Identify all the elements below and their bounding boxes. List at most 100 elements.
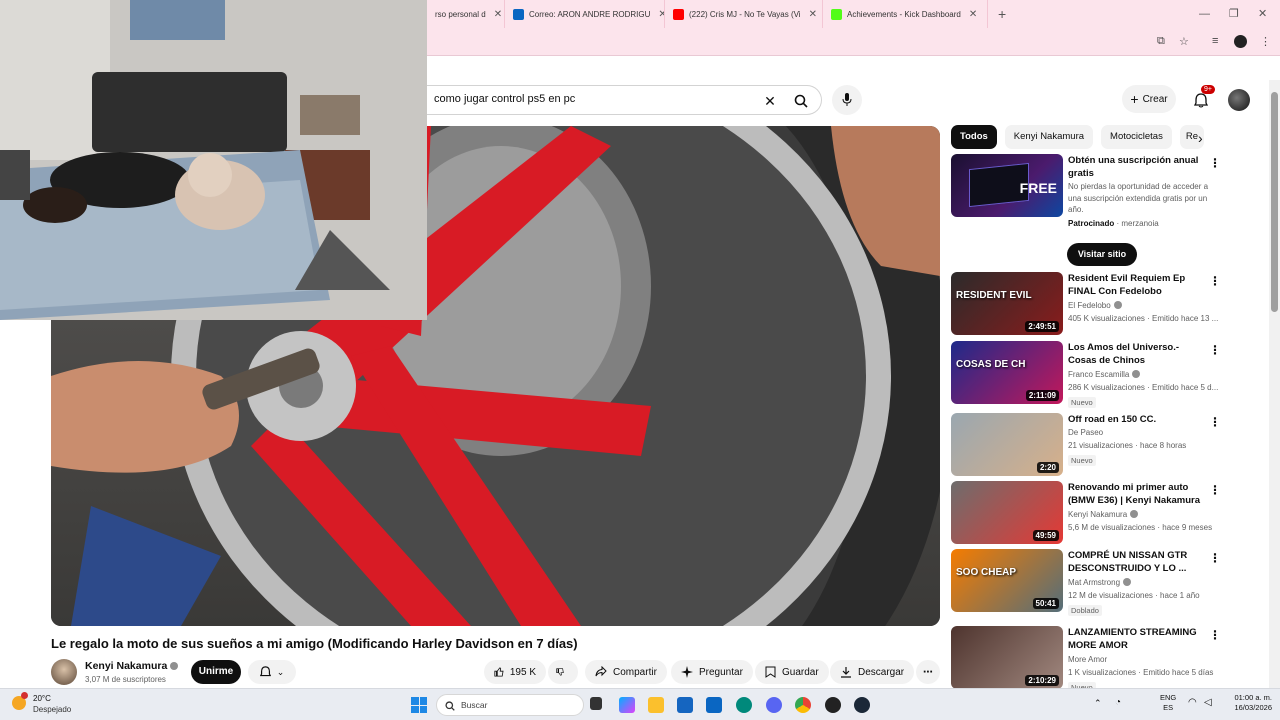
more-options-icon[interactable]: ⋮ (1209, 628, 1221, 642)
task-view-icon[interactable] (590, 697, 602, 710)
video-title[interactable]: LANZAMIENTO STREAMING MORE AMOR (1068, 626, 1208, 652)
install-app-icon[interactable]: ⧉ (1157, 35, 1165, 48)
channel-name[interactable]: Kenyi Nakamura (1068, 510, 1139, 519)
channel-name[interactable]: Kenyi Nakamura (85, 660, 179, 672)
video-thumbnail[interactable]: 49:59 (951, 481, 1063, 544)
kebab-menu-icon[interactable]: ⋮ (1260, 35, 1271, 48)
volume-icon[interactable]: ◁ (1204, 697, 1212, 708)
webcam-image (0, 0, 427, 320)
browser-toolbar: ⧉ ☆ ≡ ⋮ (427, 28, 1280, 56)
recommended-video[interactable]: SOO CHEAP 50:41 COMPRÉ UN NISSAN GTR DESCO… (951, 549, 1221, 616)
network-icon[interactable]: ◔ (1115, 697, 1121, 708)
chip-motorcycles[interactable]: Motocicletas (1101, 125, 1172, 149)
recording-app-icon[interactable] (825, 697, 841, 713)
recommended-video[interactable]: COSAS DE CH 2:11:09 Los Amos del Universo.… (951, 341, 1221, 408)
recommended-video[interactable]: 49:59 Renovando mi primer auto (BMW E36) … (951, 481, 1221, 544)
outlook-icon[interactable] (706, 697, 722, 713)
chevron-right-icon[interactable]: › (1198, 130, 1203, 146)
chip-channel[interactable]: Kenyi Nakamura (1004, 125, 1094, 149)
recommended-video[interactable]: 2:20 Off road en 150 CC. De Paseo 21 visual… (951, 413, 1221, 476)
channel-name[interactable]: De Paseo (1068, 428, 1103, 437)
ask-button[interactable]: Preguntar (671, 660, 753, 684)
video-title[interactable]: COMPRÉ UN NISSAN GTR DESCONSTRUIDO Y LO … (1068, 549, 1208, 575)
bookmark-star-icon[interactable]: ☆ (1179, 35, 1189, 48)
chevron-up-icon[interactable]: ⌃ (1094, 698, 1102, 709)
copilot-icon[interactable] (619, 697, 635, 713)
video-thumbnail[interactable]: RESIDENT EVIL 2:49:51 (951, 272, 1063, 335)
channel-name[interactable]: El Fedelobo (1068, 301, 1122, 310)
browser-tab[interactable]: rso personal d ✕ (427, 0, 505, 28)
video-thumbnail[interactable]: SOO CHEAP 50:41 (951, 549, 1063, 612)
video-title[interactable]: Renovando mi primer auto (BMW E36) | Ken… (1068, 481, 1208, 507)
channel-name[interactable]: Franco Escamilla (1068, 370, 1141, 379)
weather-alert-badge (21, 692, 28, 699)
discord-icon[interactable] (766, 697, 782, 713)
window-close-button[interactable]: ✕ (1258, 0, 1267, 28)
duration-badge: 2:20 (1036, 462, 1059, 473)
bookmark-icon (765, 666, 776, 678)
more-options-icon[interactable]: ⋮ (1209, 274, 1221, 288)
webcam-overlay (0, 0, 427, 320)
media-controls-icon[interactable]: ≡ (1212, 35, 1218, 47)
video-title[interactable]: Resident Evil Requiem Ep FINAL Con Fedel… (1068, 272, 1208, 298)
maximize-button[interactable]: ❐ (1229, 0, 1239, 28)
like-button[interactable]: 195 K (484, 660, 546, 684)
clear-search-icon[interactable]: ✕ (761, 92, 779, 110)
start-button[interactable] (411, 697, 427, 713)
steam-icon[interactable] (854, 697, 870, 713)
minimize-button[interactable]: — (1199, 0, 1210, 28)
more-options-icon[interactable]: ⋮ (1209, 483, 1221, 497)
video-thumbnail[interactable]: 2:10:29 (951, 626, 1063, 689)
voice-search-icon[interactable] (832, 85, 862, 115)
scrollbar-thumb[interactable] (1271, 92, 1278, 312)
channel-avatar[interactable] (51, 659, 77, 685)
wifi-icon[interactable]: ◠ (1188, 697, 1197, 708)
clock[interactable]: 01:00 a. m. 16/03/2026 (1226, 693, 1272, 713)
create-button[interactable]: + Crear (1122, 85, 1176, 113)
file-explorer-icon[interactable] (648, 697, 664, 713)
chrome-icon[interactable] (795, 697, 811, 713)
sponsored-ad[interactable]: FREE Obtén una suscripción anual gratis … (951, 154, 1221, 266)
more-actions-button[interactable]: ⋯ (916, 660, 940, 684)
close-icon[interactable]: ✕ (494, 9, 502, 20)
search-icon[interactable] (792, 92, 810, 110)
close-icon[interactable]: ✕ (969, 9, 977, 20)
visit-site-button[interactable]: Visitar sitio (1067, 243, 1137, 266)
ad-free-text: FREE (1019, 180, 1057, 196)
share-button[interactable]: Compartir (585, 660, 667, 684)
store-icon[interactable] (677, 697, 693, 713)
video-thumbnail[interactable]: COSAS DE CH 2:11:09 (951, 341, 1063, 404)
avatar[interactable] (1228, 89, 1250, 111)
search-input[interactable] (434, 93, 754, 105)
join-button[interactable]: Unirme (191, 660, 241, 684)
more-options-icon[interactable]: ⋮ (1209, 343, 1221, 357)
recommended-video[interactable]: RESIDENT EVIL 2:49:51 Resident Evil Requie… (951, 272, 1221, 335)
taskbar-search[interactable]: Buscar (436, 694, 584, 716)
chip-all[interactable]: Todos (951, 125, 997, 149)
close-icon[interactable]: ✕ (658, 9, 664, 20)
language-indicator[interactable]: ENG ES (1160, 693, 1176, 713)
thumbnail-text: COSAS DE CH (956, 359, 1026, 370)
channel-name[interactable]: Mat Armstrong (1068, 578, 1132, 587)
video-title[interactable]: Los Amos del Universo.- Cosas de Chinos (1068, 341, 1208, 367)
channel-name[interactable]: More Amor (1068, 655, 1107, 664)
edge-icon[interactable] (736, 697, 752, 713)
browser-tab-active[interactable]: (222) Cris MJ - No Te Vayas (Vi ✕ (665, 0, 823, 28)
more-options-icon[interactable]: ⋮ (1209, 156, 1221, 170)
more-options-icon[interactable]: ⋮ (1209, 415, 1221, 429)
scrollbar[interactable] (1269, 80, 1280, 688)
download-button[interactable]: Descargar (830, 660, 915, 684)
browser-tab[interactable]: Correo: ARON ANDRE RODRIGU✕ (505, 0, 665, 28)
save-button[interactable]: Guardar (755, 660, 829, 684)
video-title[interactable]: Off road en 150 CC. (1068, 413, 1208, 426)
notifications-button[interactable]: 9+ (1190, 85, 1215, 111)
more-options-icon[interactable]: ⋮ (1209, 551, 1221, 565)
video-thumbnail[interactable]: 2:20 (951, 413, 1063, 476)
browser-tab[interactable]: Achievements - Kick Dashboard ✕ (823, 0, 988, 28)
subscribe-bell-button[interactable]: ⌄ (248, 660, 296, 684)
new-tab-button[interactable]: + (988, 6, 1016, 22)
recommended-video[interactable]: 2:10:29 LANZAMIENTO STREAMING MORE AMOR Mo… (951, 626, 1221, 693)
profile-icon[interactable] (1234, 35, 1247, 48)
dislike-button[interactable] (548, 660, 578, 684)
close-icon[interactable]: ✕ (809, 9, 817, 20)
